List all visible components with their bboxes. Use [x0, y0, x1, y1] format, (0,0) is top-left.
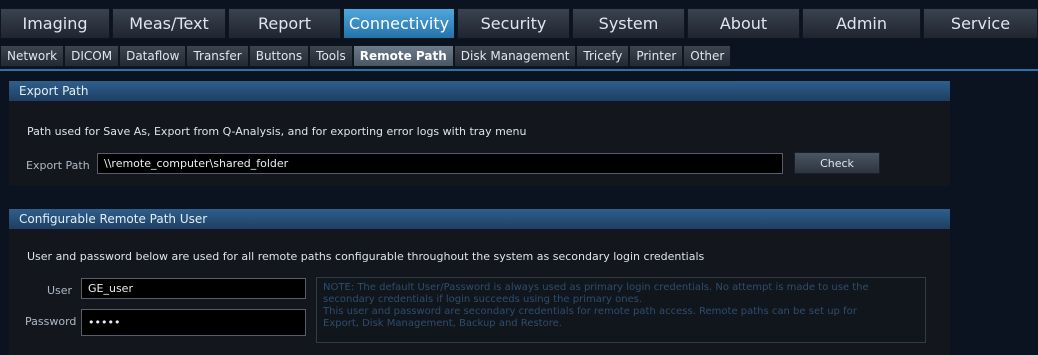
main-tab-bar: Imaging Meas/Text Report Connectivity Se… [0, 8, 1038, 39]
remote-user-header: Configurable Remote Path User [9, 209, 950, 229]
remote-user-description: User and password below are used for all… [27, 250, 705, 263]
export-path-value: \\remote_computer\shared_folder [104, 157, 289, 170]
user-value: GE_user [88, 282, 133, 295]
subtab-buttons[interactable]: Buttons [248, 45, 310, 67]
note-box: NOTE: The default User/Password is alway… [316, 277, 926, 343]
remote-user-panel: User and password below are used for all… [9, 229, 950, 355]
export-path-header: Export Path [9, 81, 950, 101]
subtab-tools[interactable]: Tools [309, 45, 353, 67]
note-line-1: NOTE: The default User/Password is alway… [323, 282, 869, 293]
tab-imaging[interactable]: Imaging [0, 8, 110, 39]
tab-admin[interactable]: Admin [802, 8, 921, 39]
export-path-panel: Path used for Save As, Export from Q-Ana… [9, 101, 950, 186]
user-input[interactable]: GE_user [81, 278, 306, 299]
tab-meas-text[interactable]: Meas/Text [112, 8, 226, 39]
note-line-3: This user and password are secondary cre… [323, 306, 857, 317]
export-path-input[interactable]: \\remote_computer\shared_folder [97, 153, 783, 174]
subtab-other[interactable]: Other [683, 45, 732, 67]
subtab-dataflow[interactable]: Dataflow [119, 45, 187, 67]
password-value: ••••• [88, 316, 121, 329]
subtab-network[interactable]: Network [0, 45, 65, 67]
tab-service[interactable]: Service [923, 8, 1038, 39]
remote-user-title: Configurable Remote Path User [19, 212, 208, 226]
tab-report[interactable]: Report [228, 8, 341, 39]
user-label: User [47, 284, 73, 297]
export-path-label: Export Path [26, 159, 90, 172]
tab-connectivity[interactable]: Connectivity [343, 8, 455, 39]
note-line-2: secondary credentials if login succeeds … [323, 294, 643, 305]
note-line-4: Export, Disk Management, Backup and Rest… [323, 318, 562, 329]
password-input[interactable]: ••••• [81, 309, 306, 336]
subtab-printer[interactable]: Printer [629, 45, 684, 67]
password-label: Password [25, 315, 77, 328]
tab-about[interactable]: About [687, 8, 800, 39]
subtab-dicom[interactable]: DICOM [64, 45, 120, 67]
export-path-title: Export Path [19, 84, 89, 98]
tab-system[interactable]: System [572, 8, 685, 39]
subtab-disk-management[interactable]: Disk Management [453, 45, 577, 67]
subtab-tricefy[interactable]: Tricefy [576, 45, 630, 67]
check-button[interactable]: Check [794, 152, 880, 174]
sub-tab-bar: Network DICOM Dataflow Transfer Buttons … [0, 45, 1038, 71]
export-path-description: Path used for Save As, Export from Q-Ana… [27, 125, 527, 138]
subtab-transfer[interactable]: Transfer [186, 45, 249, 67]
subtab-remote-path[interactable]: Remote Path [352, 45, 454, 67]
tab-security[interactable]: Security [457, 8, 570, 39]
